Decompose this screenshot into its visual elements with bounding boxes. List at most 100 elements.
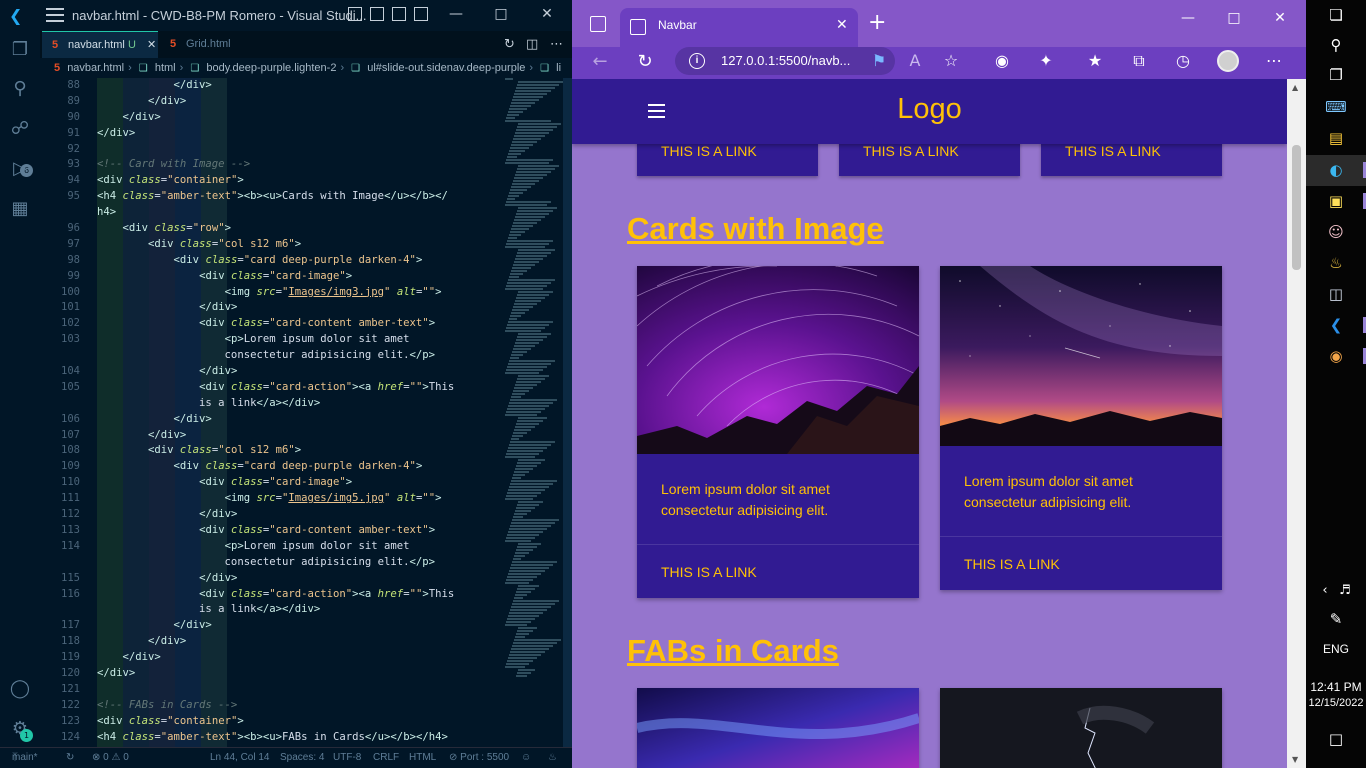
favorites-icon[interactable]: ★: [1083, 51, 1107, 70]
page-scrollbar[interactable]: ▲ ▼: [1287, 79, 1306, 768]
line-number: 105: [61, 380, 80, 393]
maximize-icon[interactable]: □: [491, 4, 511, 24]
card-content: Lorem ipsum dolor sit amet consectetur a…: [661, 481, 830, 518]
vscode-taskbar-icon[interactable]: ❮: [1325, 314, 1347, 336]
notifications-icon[interactable]: ♨: [548, 748, 557, 768]
tab-navbar[interactable]: Navbar ✕: [620, 8, 858, 47]
task-view-icon[interactable]: ❐: [1325, 64, 1347, 86]
scroll-down-icon[interactable]: ▼: [1292, 755, 1298, 764]
brand-logo[interactable]: Logo: [572, 93, 1287, 126]
toggle-panel-icon[interactable]: [370, 7, 384, 21]
tab-navbar-html[interactable]: 5 navbar.html U ✕: [42, 31, 158, 58]
card-image: [637, 688, 919, 768]
browser-window: Navbar ✕ + — □ ✕ ← ↻ i 127.0.0.1:5500/na…: [572, 0, 1306, 768]
settings-more-icon[interactable]: ⋯: [1262, 51, 1286, 70]
browser-toolbar: ← ↻ i 127.0.0.1:5500/navb... ⚑ A ☆ ◉ ✦ ★…: [572, 47, 1306, 79]
breadcrumb-item[interactable]: body.deep-purple.lighten-2: [206, 62, 336, 74]
breadcrumb-item[interactable]: navbar.html: [67, 62, 124, 74]
tab-grid-html[interactable]: 5 Grid.html: [160, 31, 258, 58]
toggle-secondary-sidebar-icon[interactable]: [392, 7, 406, 21]
editor-scrollbar[interactable]: [563, 78, 572, 748]
address-bar[interactable]: i 127.0.0.1:5500/navb...: [675, 47, 895, 75]
show-hidden-icons-chevron-icon[interactable]: ‹: [1314, 580, 1336, 602]
extensions-icon[interactable]: ▦: [8, 197, 32, 221]
minimap[interactable]: [505, 78, 563, 738]
close-icon[interactable]: ✕: [537, 4, 557, 24]
run-debug-icon[interactable]: ▷: [8, 157, 32, 181]
sticky-notes-icon[interactable]: ▣: [1325, 190, 1347, 212]
history-icon[interactable]: ◷: [1171, 51, 1195, 70]
extensions-icon[interactable]: ✦: [1034, 51, 1058, 70]
back-icon[interactable]: ←: [588, 51, 612, 72]
maximize-icon[interactable]: □: [1222, 10, 1246, 26]
code-editor[interactable]: 88 89 90 91 92 93 94 95 96 97 98 99 100 101 102 103 104 1…: [40, 78, 572, 748]
profile-avatar[interactable]: [1217, 50, 1239, 72]
card-link[interactable]: THIS IS A LINK: [661, 143, 757, 159]
line-number: [40, 348, 80, 364]
breadcrumb-item[interactable]: li: [556, 62, 561, 74]
source-control-icon[interactable]: ☍: [8, 117, 32, 141]
app-icon[interactable]: ☺: [1325, 221, 1347, 243]
breadcrumb-item[interactable]: html: [155, 62, 176, 74]
url-text: 127.0.0.1:5500/navb...: [721, 53, 851, 68]
site-info-icon[interactable]: i: [689, 53, 705, 69]
remote-desktop-icon[interactable]: ◫: [1325, 283, 1347, 305]
line-number: 88: [67, 79, 80, 91]
search-icon[interactable]: ⚲: [1325, 34, 1347, 56]
pen-icon[interactable]: ✎: [1325, 608, 1347, 630]
minimize-icon[interactable]: —: [1176, 10, 1200, 26]
notification-app-icon[interactable]: ♨: [1325, 252, 1347, 274]
scrollbar-thumb[interactable]: [1292, 145, 1301, 270]
card-link[interactable]: THIS IS A LINK: [964, 556, 1060, 572]
line-number: 109: [61, 460, 80, 473]
keyboard-icon[interactable]: ⌨: [1325, 96, 1347, 118]
coupon-tag-icon[interactable]: ⚑: [867, 51, 891, 70]
search-icon[interactable]: ⚲: [8, 77, 32, 101]
close-icon[interactable]: ✕: [1268, 10, 1292, 26]
live-server-port[interactable]: ⊘ Port : 5500: [449, 748, 509, 768]
add-favorite-icon[interactable]: ☆: [939, 51, 963, 70]
indentation-status[interactable]: Spaces: 4: [280, 748, 324, 768]
tab-close-icon[interactable]: ✕: [147, 39, 156, 51]
minimize-icon[interactable]: —: [446, 4, 466, 24]
volume-icon[interactable]: ♬: [1334, 580, 1356, 602]
feedback-icon[interactable]: ☺: [521, 748, 531, 768]
file-explorer-icon[interactable]: ▤: [1325, 127, 1347, 149]
encoding-status[interactable]: UTF-8: [333, 748, 361, 768]
problems-status[interactable]: ⊗ 0 ⚠ 0: [92, 748, 129, 768]
menu-icon[interactable]: [46, 8, 64, 22]
cursor-position[interactable]: Ln 44, Col 14: [210, 748, 270, 768]
clock-time[interactable]: 12:41 PM: [1306, 680, 1366, 694]
line-number: 112: [61, 508, 80, 521]
line-number: 96: [67, 222, 80, 235]
split-editor-icon[interactable]: ◫: [526, 37, 538, 52]
read-aloud-icon[interactable]: A: [903, 51, 927, 70]
edge-icon[interactable]: ◐: [1325, 159, 1347, 181]
paint-icon[interactable]: ◉: [1325, 345, 1347, 367]
language-status[interactable]: HTML: [409, 748, 436, 768]
open-preview-icon[interactable]: ↻: [504, 37, 515, 52]
card-link[interactable]: THIS IS A LINK: [661, 564, 757, 580]
breadcrumb-item[interactable]: ul#slide-out.sidenav.deep-purple: [367, 62, 525, 74]
explorer-icon[interactable]: ❐: [8, 38, 32, 62]
tab-close-icon[interactable]: ✕: [836, 17, 848, 33]
tab-actions-icon[interactable]: [590, 16, 606, 32]
refresh-icon[interactable]: ↻: [633, 51, 657, 72]
toggle-sidebar-icon[interactable]: [348, 7, 362, 21]
eol-status[interactable]: CRLF: [373, 748, 399, 768]
clock-date[interactable]: 12/15/2022: [1306, 697, 1366, 709]
code-lines: </div> </div> </div> </div> <!-- Card wi…: [97, 79, 455, 748]
action-center-icon[interactable]: □: [1325, 728, 1347, 750]
collections-icon[interactable]: ⧉: [1127, 51, 1151, 71]
new-tab-icon[interactable]: +: [868, 10, 886, 35]
card-link[interactable]: THIS IS A LINK: [863, 143, 959, 159]
start-windows-icon[interactable]: ❏: [1325, 4, 1347, 26]
screenshot-icon[interactable]: ◉: [990, 51, 1014, 70]
scroll-up-icon[interactable]: ▲: [1292, 83, 1298, 92]
accounts-icon[interactable]: ◯: [8, 677, 32, 701]
sync-icon[interactable]: ↻: [66, 748, 74, 768]
card-link[interactable]: THIS IS A LINK: [1065, 143, 1161, 159]
customize-layout-icon[interactable]: [414, 7, 428, 21]
language-indicator[interactable]: ENG: [1306, 642, 1366, 656]
more-actions-icon[interactable]: ⋯: [550, 37, 563, 52]
